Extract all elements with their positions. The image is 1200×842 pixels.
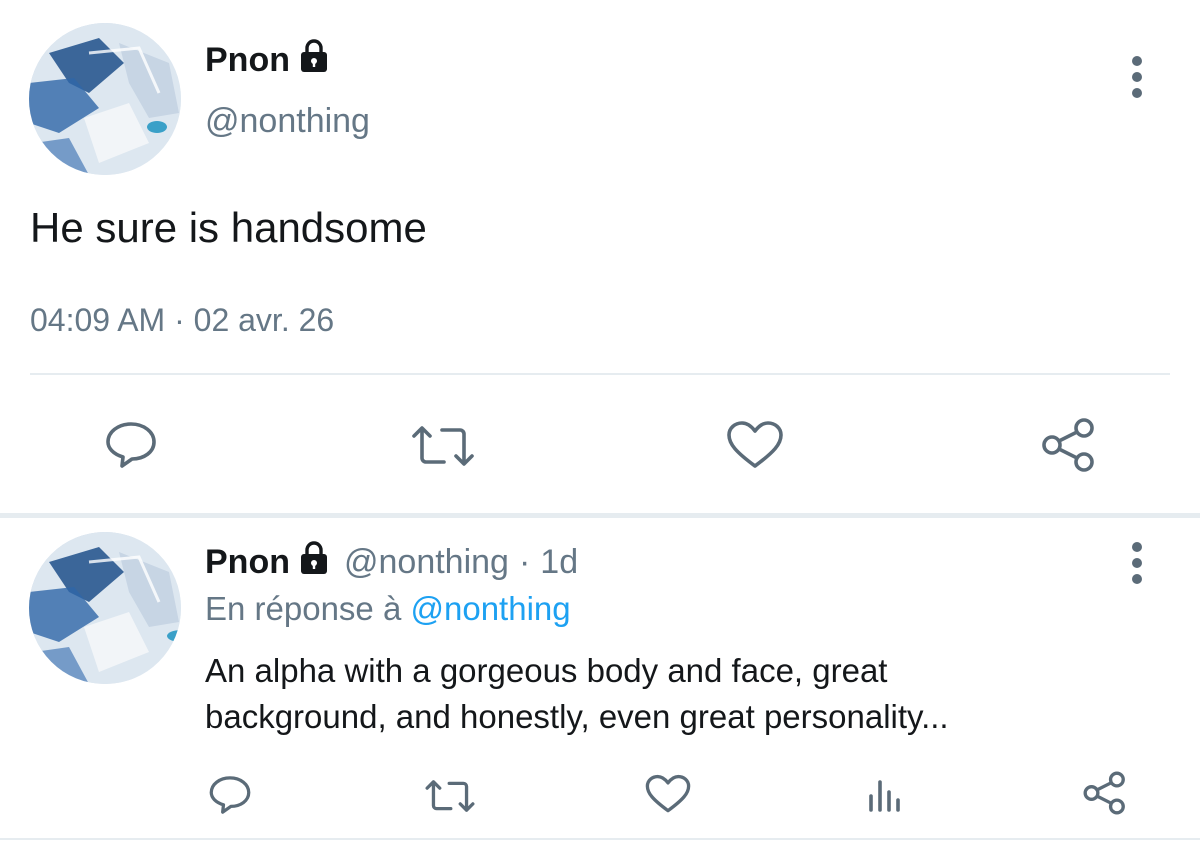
reply-icon [106, 422, 156, 468]
retweet-icon [412, 426, 474, 466]
lock-icon [298, 540, 330, 584]
reply-reply-button[interactable] [208, 774, 252, 821]
replying-to: En réponse à @nonthing [205, 590, 571, 628]
share-button[interactable] [1040, 416, 1098, 479]
section-divider [0, 513, 1200, 518]
share-icon [1042, 418, 1094, 472]
reply-more-options-button[interactable] [1132, 542, 1152, 590]
handle[interactable]: @nonthing [205, 102, 370, 141]
display-name-text: Pnon [205, 40, 290, 79]
reply-display-name[interactable]: Pnon [205, 543, 290, 582]
reply-share-button[interactable] [1082, 770, 1128, 821]
reply-button[interactable] [104, 420, 158, 475]
like-icon [645, 774, 691, 813]
reply-text-line: background, and honestly, even great per… [205, 698, 949, 735]
tweet-date: 02 avr. 26 [193, 302, 335, 338]
analytics-button[interactable] [866, 776, 906, 817]
tweet-age[interactable]: 1d [540, 543, 578, 582]
reply-icon [209, 776, 251, 814]
like-button[interactable] [726, 420, 784, 475]
mention-link[interactable]: @nonthing [410, 590, 570, 627]
reply-avatar[interactable] [29, 532, 181, 684]
share-icon [1083, 771, 1125, 815]
analytics-icon [869, 780, 900, 812]
like-icon [727, 421, 783, 468]
reply-prefix: En réponse à [205, 590, 402, 627]
avatar-image [29, 23, 181, 175]
reply-like-button[interactable] [645, 774, 691, 819]
more-options-button[interactable] [1132, 56, 1152, 104]
retweet-button[interactable] [410, 424, 476, 473]
header-dot: · [518, 542, 531, 581]
avatar-image [29, 532, 181, 684]
reply-text: An alpha with a gorgeous body and face, … [205, 648, 1165, 740]
tweet-time: 04:09 AM [30, 302, 166, 338]
avatar[interactable] [29, 23, 181, 175]
timestamp-separator: · [174, 302, 185, 338]
reply-header: Pnon @nonthing · 1d [205, 540, 578, 584]
lock-icon [298, 38, 330, 82]
tweet-text: He sure is handsome [30, 204, 427, 251]
divider [30, 373, 1170, 375]
tweet-timestamp[interactable]: 04:09 AM · 02 avr. 26 [30, 302, 334, 339]
reply-retweet-button[interactable] [424, 778, 476, 819]
retweet-icon [425, 780, 475, 812]
reply-handle[interactable]: @nonthing [344, 543, 509, 582]
bottom-divider [0, 838, 1200, 840]
reply-text-line: An alpha with a gorgeous body and face, … [205, 652, 888, 689]
display-name[interactable]: Pnon [205, 38, 330, 82]
